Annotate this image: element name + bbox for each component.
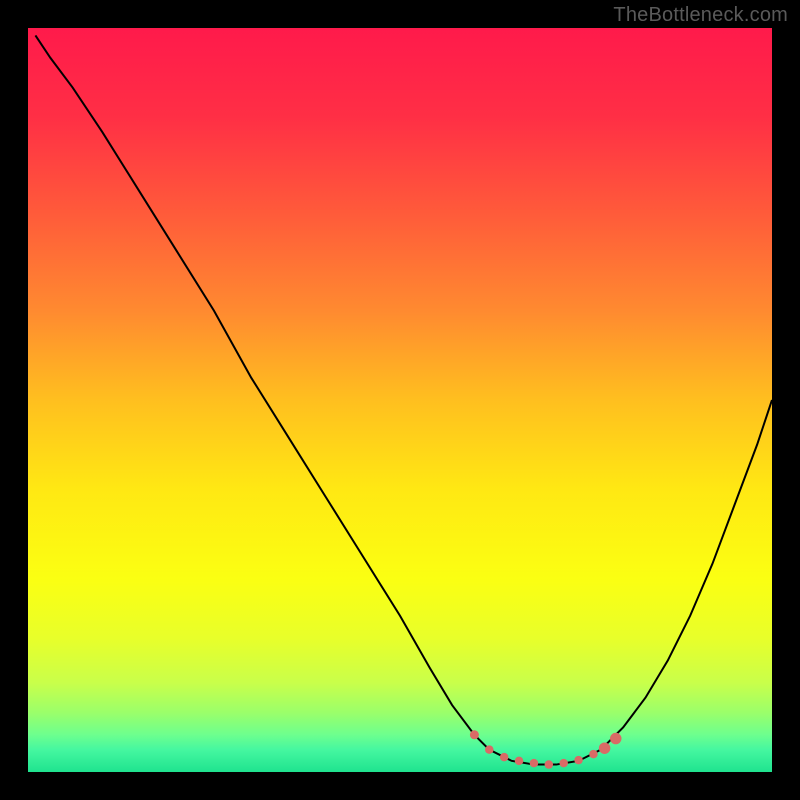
highlight-dot <box>485 745 493 753</box>
chart-frame: TheBottleneck.com <box>0 0 800 800</box>
highlight-dot <box>589 750 597 758</box>
highlight-dot <box>530 759 538 767</box>
plot-area <box>28 28 772 772</box>
highlight-dot <box>599 742 611 754</box>
plot-svg <box>28 28 772 772</box>
highlight-dot <box>610 733 622 745</box>
highlight-dot <box>515 757 523 765</box>
highlight-dot <box>545 760 553 768</box>
highlight-dot <box>470 730 479 739</box>
bottleneck-curve <box>35 35 772 764</box>
highlight-dot <box>559 759 567 767</box>
highlight-dot <box>574 756 582 764</box>
watermark-text: TheBottleneck.com <box>613 4 788 27</box>
highlight-dots-group <box>470 730 622 769</box>
highlight-dot <box>500 753 508 761</box>
